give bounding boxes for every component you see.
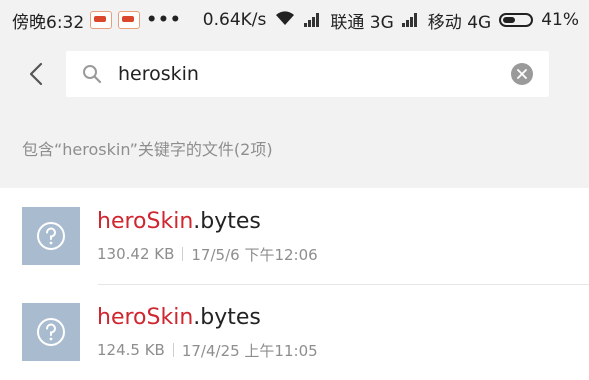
file-list: heroSkin.bytes 130.42 KB 17/5/6 下午12:06 … [0,188,589,380]
file-name-extension: .bytes [193,208,261,234]
file-meta: 124.5 KB 17/4/25 上午11:05 [97,340,318,361]
search-icon [83,65,102,84]
status-right: 0.64K/s 联通 3G 移动 4G 41% [203,8,579,33]
status-bar: 傍晚6:32 ••• 0.64K/s 联通 3G 移动 4G 41% [0,0,589,40]
back-icon [29,62,43,86]
file-name-extension: .bytes [193,304,261,330]
signal-icon [401,13,420,27]
results-header: 包含“heroskin”关键字的文件(2项) [0,108,589,188]
file-date: 17/5/6 下午12:06 [191,245,318,264]
clear-button[interactable] [511,63,533,85]
file-size: 130.42 KB [97,245,175,263]
file-name-match: heroSkin [97,208,194,234]
search-bar [0,40,589,108]
file-meta: 130.42 KB 17/5/6 下午12:06 [97,244,318,265]
battery-level: 41% [541,10,579,30]
file-name-match: heroSkin [97,304,194,330]
search-input[interactable] [116,62,511,86]
more-notifications-icon: ••• [146,10,182,30]
status-time: 傍晚6:32 [12,12,85,33]
network-speed: 0.64K/s [202,10,267,30]
file-info: heroSkin.bytes 130.42 KB 17/5/6 下午12:06 [97,208,318,265]
file-list-item[interactable]: heroSkin.bytes 124.5 KB 17/4/25 上午11:05 [0,284,589,380]
file-name: heroSkin.bytes [97,304,318,332]
meta-divider [172,343,174,357]
meta-divider [182,247,184,261]
carrier-1: 联通 3G [330,12,394,33]
file-name: heroSkin.bytes [97,208,318,236]
unknown-file-icon [22,303,80,361]
back-button[interactable] [22,54,50,94]
clear-icon [517,69,527,79]
file-info: heroSkin.bytes 124.5 KB 17/4/25 上午11:05 [97,304,318,361]
unknown-file-icon [22,207,80,265]
results-header-label: 包含“heroskin”关键字的文件(2项) [22,140,273,159]
wifi-icon [274,10,296,30]
app-notification-icon [118,11,141,29]
status-left: 傍晚6:32 ••• [12,8,182,33]
file-size: 124.5 KB [97,341,165,359]
signal-icon [304,13,322,27]
app-notification-icon [90,11,113,29]
file-date: 17/4/25 上午11:05 [181,341,318,360]
file-list-item[interactable]: heroSkin.bytes 130.42 KB 17/5/6 下午12:06 [0,188,589,284]
carrier-2: 移动 4G [427,12,492,33]
battery-icon [499,13,534,27]
search-box[interactable] [66,51,549,97]
